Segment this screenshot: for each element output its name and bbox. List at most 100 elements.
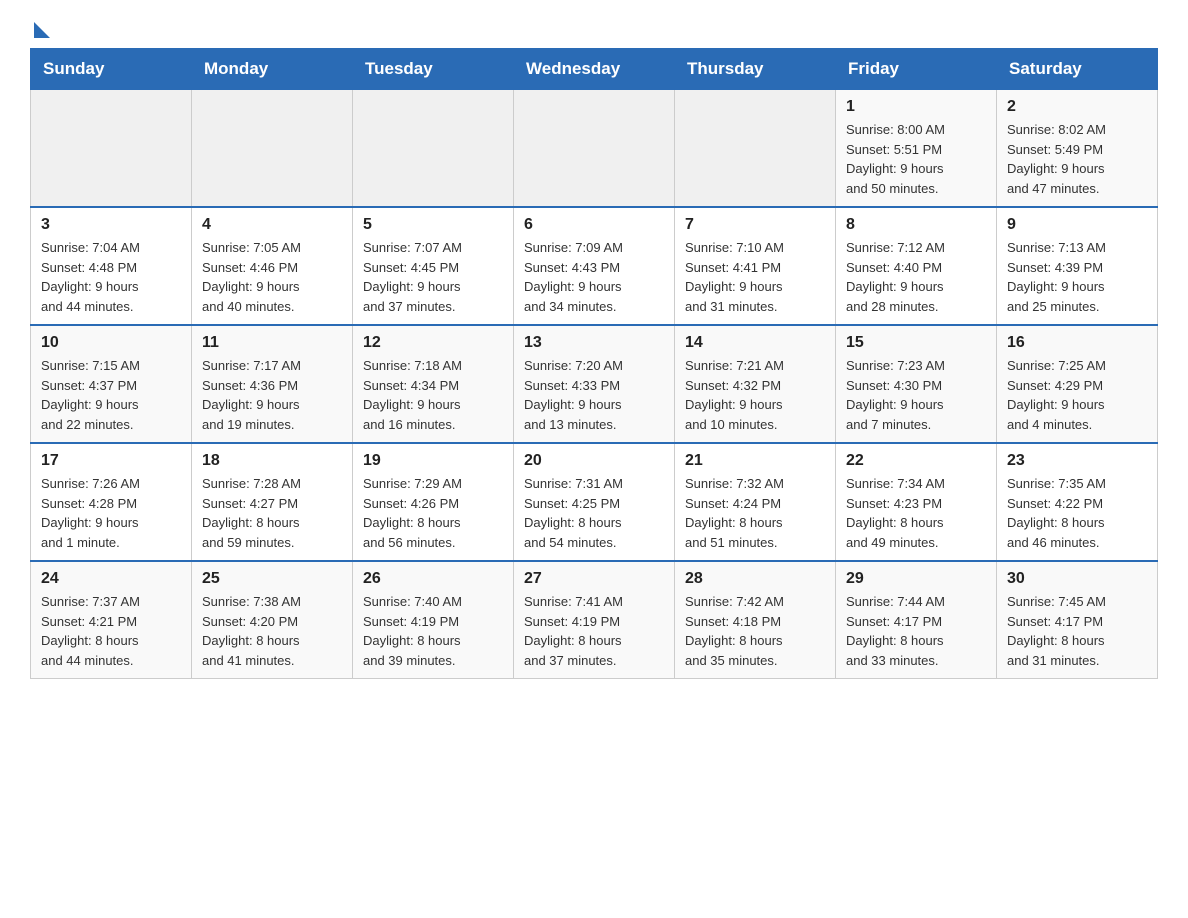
weekday-header-thursday: Thursday	[675, 49, 836, 90]
calendar-cell: 8Sunrise: 7:12 AM Sunset: 4:40 PM Daylig…	[836, 207, 997, 325]
day-number: 23	[1007, 452, 1147, 470]
calendar-cell	[675, 90, 836, 208]
page-header	[30, 20, 1158, 38]
day-number: 22	[846, 452, 986, 470]
day-detail: Sunrise: 7:09 AM Sunset: 4:43 PM Dayligh…	[524, 238, 664, 316]
day-detail: Sunrise: 7:26 AM Sunset: 4:28 PM Dayligh…	[41, 474, 181, 552]
day-number: 17	[41, 452, 181, 470]
calendar-cell: 2 Sunrise: 8:02 AM Sunset: 5:49 PM Daylig…	[997, 90, 1158, 208]
day-number: 26	[363, 570, 503, 588]
day-number: 8	[846, 216, 986, 234]
calendar-cell: 21Sunrise: 7:32 AM Sunset: 4:24 PM Dayli…	[675, 443, 836, 561]
day-detail: Sunrise: 7:04 AM Sunset: 4:48 PM Dayligh…	[41, 238, 181, 316]
day-detail: Sunrise: 7:40 AM Sunset: 4:19 PM Dayligh…	[363, 592, 503, 670]
calendar-cell: 10Sunrise: 7:15 AM Sunset: 4:37 PM Dayli…	[31, 325, 192, 443]
day-detail: Sunrise: 7:45 AM Sunset: 4:17 PM Dayligh…	[1007, 592, 1147, 670]
calendar-cell	[192, 90, 353, 208]
calendar-cell: 3 Sunrise: 7:04 AM Sunset: 4:48 PM Daylig…	[31, 207, 192, 325]
day-detail: Sunrise: 7:29 AM Sunset: 4:26 PM Dayligh…	[363, 474, 503, 552]
calendar-cell: 11 Sunrise: 7:17 AM Sunset: 4:36 PM Dayli…	[192, 325, 353, 443]
day-detail: Sunrise: 7:10 AM Sunset: 4:41 PM Dayligh…	[685, 238, 825, 316]
weekday-header-wednesday: Wednesday	[514, 49, 675, 90]
day-number: 5	[363, 216, 503, 234]
day-detail: Sunrise: 7:18 AM Sunset: 4:34 PM Dayligh…	[363, 356, 503, 434]
calendar-cell: 19 Sunrise: 7:29 AM Sunset: 4:26 PM Dayli…	[353, 443, 514, 561]
day-number: 10	[41, 334, 181, 352]
day-detail: Sunrise: 7:37 AM Sunset: 4:21 PM Dayligh…	[41, 592, 181, 670]
day-number: 4	[202, 216, 342, 234]
calendar-week-1: 1 Sunrise: 8:00 AM Sunset: 5:51 PM Daylig…	[31, 90, 1158, 208]
calendar-week-2: 3 Sunrise: 7:04 AM Sunset: 4:48 PM Daylig…	[31, 207, 1158, 325]
weekday-header-tuesday: Tuesday	[353, 49, 514, 90]
day-number: 3	[41, 216, 181, 234]
day-detail: Sunrise: 7:25 AM Sunset: 4:29 PM Dayligh…	[1007, 356, 1147, 434]
day-detail: Sunrise: 7:28 AM Sunset: 4:27 PM Dayligh…	[202, 474, 342, 552]
calendar-cell: 26 Sunrise: 7:40 AM Sunset: 4:19 PM Dayli…	[353, 561, 514, 679]
day-number: 2	[1007, 98, 1147, 116]
day-number: 20	[524, 452, 664, 470]
day-detail: Sunrise: 7:42 AM Sunset: 4:18 PM Dayligh…	[685, 592, 825, 670]
calendar-cell: 25Sunrise: 7:38 AM Sunset: 4:20 PM Dayli…	[192, 561, 353, 679]
day-detail: Sunrise: 7:38 AM Sunset: 4:20 PM Dayligh…	[202, 592, 342, 670]
day-number: 9	[1007, 216, 1147, 234]
calendar-cell: 22 Sunrise: 7:34 AM Sunset: 4:23 PM Dayli…	[836, 443, 997, 561]
calendar-cell: 13 Sunrise: 7:20 AM Sunset: 4:33 PM Dayli…	[514, 325, 675, 443]
weekday-header-monday: Monday	[192, 49, 353, 90]
day-detail: Sunrise: 8:00 AM Sunset: 5:51 PM Dayligh…	[846, 120, 986, 198]
calendar-body: 1 Sunrise: 8:00 AM Sunset: 5:51 PM Daylig…	[31, 90, 1158, 679]
logo	[30, 30, 50, 38]
weekday-header-sunday: Sunday	[31, 49, 192, 90]
day-number: 14	[685, 334, 825, 352]
calendar-cell: 6Sunrise: 7:09 AM Sunset: 4:43 PM Daylig…	[514, 207, 675, 325]
day-number: 11	[202, 334, 342, 352]
calendar-cell: 4Sunrise: 7:05 AM Sunset: 4:46 PM Daylig…	[192, 207, 353, 325]
day-detail: Sunrise: 7:23 AM Sunset: 4:30 PM Dayligh…	[846, 356, 986, 434]
day-detail: Sunrise: 7:21 AM Sunset: 4:32 PM Dayligh…	[685, 356, 825, 434]
calendar-week-3: 10Sunrise: 7:15 AM Sunset: 4:37 PM Dayli…	[31, 325, 1158, 443]
calendar-cell	[353, 90, 514, 208]
day-detail: Sunrise: 7:34 AM Sunset: 4:23 PM Dayligh…	[846, 474, 986, 552]
day-number: 16	[1007, 334, 1147, 352]
calendar-cell: 30 Sunrise: 7:45 AM Sunset: 4:17 PM Dayli…	[997, 561, 1158, 679]
weekday-row: SundayMondayTuesdayWednesdayThursdayFrid…	[31, 49, 1158, 90]
day-detail: Sunrise: 7:17 AM Sunset: 4:36 PM Dayligh…	[202, 356, 342, 434]
day-number: 29	[846, 570, 986, 588]
day-number: 28	[685, 570, 825, 588]
day-number: 12	[363, 334, 503, 352]
day-number: 19	[363, 452, 503, 470]
day-number: 1	[846, 98, 986, 116]
calendar-cell: 27 Sunrise: 7:41 AM Sunset: 4:19 PM Dayli…	[514, 561, 675, 679]
day-detail: Sunrise: 7:41 AM Sunset: 4:19 PM Dayligh…	[524, 592, 664, 670]
day-number: 7	[685, 216, 825, 234]
calendar-cell: 29 Sunrise: 7:44 AM Sunset: 4:17 PM Dayli…	[836, 561, 997, 679]
day-number: 18	[202, 452, 342, 470]
calendar-cell: 12 Sunrise: 7:18 AM Sunset: 4:34 PM Dayli…	[353, 325, 514, 443]
calendar-cell: 9Sunrise: 7:13 AM Sunset: 4:39 PM Daylig…	[997, 207, 1158, 325]
calendar-cell: 28 Sunrise: 7:42 AM Sunset: 4:18 PM Dayli…	[675, 561, 836, 679]
calendar-cell	[31, 90, 192, 208]
weekday-header-friday: Friday	[836, 49, 997, 90]
calendar-header: SundayMondayTuesdayWednesdayThursdayFrid…	[31, 49, 1158, 90]
calendar-cell: 1 Sunrise: 8:00 AM Sunset: 5:51 PM Daylig…	[836, 90, 997, 208]
day-number: 15	[846, 334, 986, 352]
calendar-cell: 15 Sunrise: 7:23 AM Sunset: 4:30 PM Dayli…	[836, 325, 997, 443]
day-number: 27	[524, 570, 664, 588]
day-detail: Sunrise: 8:02 AM Sunset: 5:49 PM Dayligh…	[1007, 120, 1147, 198]
day-detail: Sunrise: 7:20 AM Sunset: 4:33 PM Dayligh…	[524, 356, 664, 434]
day-detail: Sunrise: 7:44 AM Sunset: 4:17 PM Dayligh…	[846, 592, 986, 670]
day-detail: Sunrise: 7:35 AM Sunset: 4:22 PM Dayligh…	[1007, 474, 1147, 552]
calendar-cell: 16 Sunrise: 7:25 AM Sunset: 4:29 PM Dayli…	[997, 325, 1158, 443]
day-number: 13	[524, 334, 664, 352]
calendar-cell: 14 Sunrise: 7:21 AM Sunset: 4:32 PM Dayli…	[675, 325, 836, 443]
calendar-cell: 24 Sunrise: 7:37 AM Sunset: 4:21 PM Dayli…	[31, 561, 192, 679]
calendar-cell: 5 Sunrise: 7:07 AM Sunset: 4:45 PM Daylig…	[353, 207, 514, 325]
day-detail: Sunrise: 7:07 AM Sunset: 4:45 PM Dayligh…	[363, 238, 503, 316]
day-number: 30	[1007, 570, 1147, 588]
day-detail: Sunrise: 7:32 AM Sunset: 4:24 PM Dayligh…	[685, 474, 825, 552]
weekday-header-saturday: Saturday	[997, 49, 1158, 90]
calendar-cell: 20Sunrise: 7:31 AM Sunset: 4:25 PM Dayli…	[514, 443, 675, 561]
calendar-cell: 23 Sunrise: 7:35 AM Sunset: 4:22 PM Dayli…	[997, 443, 1158, 561]
day-number: 24	[41, 570, 181, 588]
calendar-cell: 18 Sunrise: 7:28 AM Sunset: 4:27 PM Dayli…	[192, 443, 353, 561]
calendar-cell: 7 Sunrise: 7:10 AM Sunset: 4:41 PM Daylig…	[675, 207, 836, 325]
